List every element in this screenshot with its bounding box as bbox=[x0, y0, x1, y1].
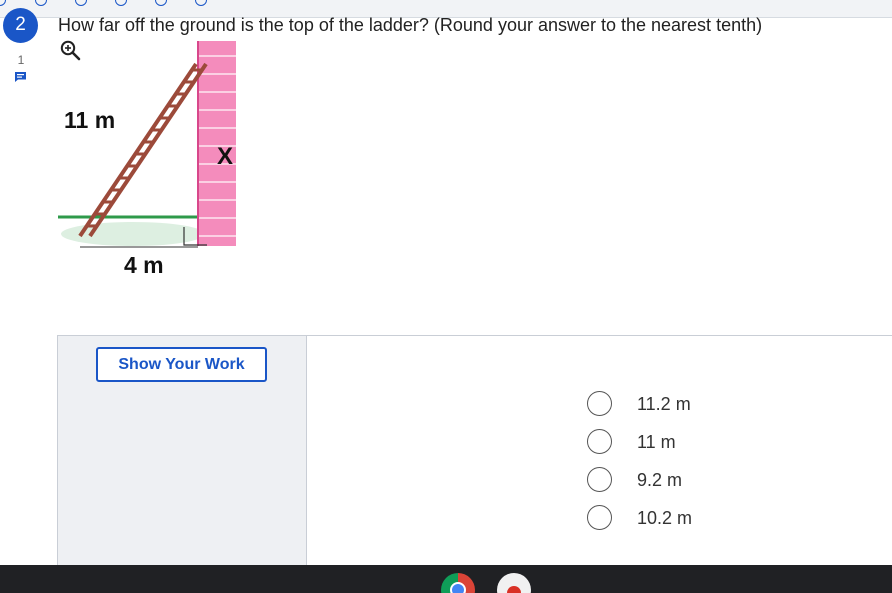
question-text: How far off the ground is the top of the… bbox=[58, 15, 763, 35]
answer-choice[interactable]: 11 m bbox=[587, 429, 787, 455]
chrome-icon[interactable] bbox=[441, 573, 475, 593]
taskbar bbox=[0, 565, 892, 593]
height-label: X bbox=[217, 143, 234, 170]
radio-button[interactable] bbox=[587, 429, 612, 454]
progress-dot[interactable] bbox=[35, 0, 47, 6]
radio-button[interactable] bbox=[587, 467, 612, 492]
choice-label: 9.2 m bbox=[637, 470, 683, 490]
choice-label: 11 m bbox=[637, 432, 676, 452]
app-icon[interactable] bbox=[497, 573, 531, 593]
progress-dot[interactable] bbox=[75, 0, 87, 6]
base-label: 4 m bbox=[124, 252, 164, 278]
answer-choice[interactable]: 11.2 m bbox=[587, 391, 787, 417]
question-number-badge[interactable]: 2 bbox=[3, 8, 38, 43]
work-panel: Show Your Work bbox=[57, 335, 307, 575]
choice-label: 11.2 m bbox=[637, 394, 691, 414]
progress-dot[interactable] bbox=[195, 0, 207, 6]
progress-dot[interactable] bbox=[115, 0, 127, 6]
answer-choice[interactable]: 10.2 m bbox=[587, 505, 787, 531]
progress-dot[interactable] bbox=[155, 0, 167, 6]
progress-dot[interactable] bbox=[0, 0, 6, 6]
choice-label: 10.2 m bbox=[637, 508, 693, 528]
page: 2 1 How far off the ground is the top of… bbox=[0, 0, 892, 593]
zoom-in-icon[interactable] bbox=[60, 40, 81, 66]
show-your-work-button[interactable]: Show Your Work bbox=[96, 347, 267, 382]
answer-choices-panel: 11.2 m 11 m 9.2 m 10.2 m bbox=[307, 335, 892, 575]
radio-button[interactable] bbox=[587, 505, 612, 530]
radio-button[interactable] bbox=[587, 391, 612, 416]
answer-choice[interactable]: 9.2 m bbox=[587, 467, 787, 493]
comment-count: 1 bbox=[17, 53, 25, 67]
comment-icon[interactable] bbox=[14, 70, 27, 88]
hypotenuse-label: 11 m bbox=[64, 107, 116, 133]
